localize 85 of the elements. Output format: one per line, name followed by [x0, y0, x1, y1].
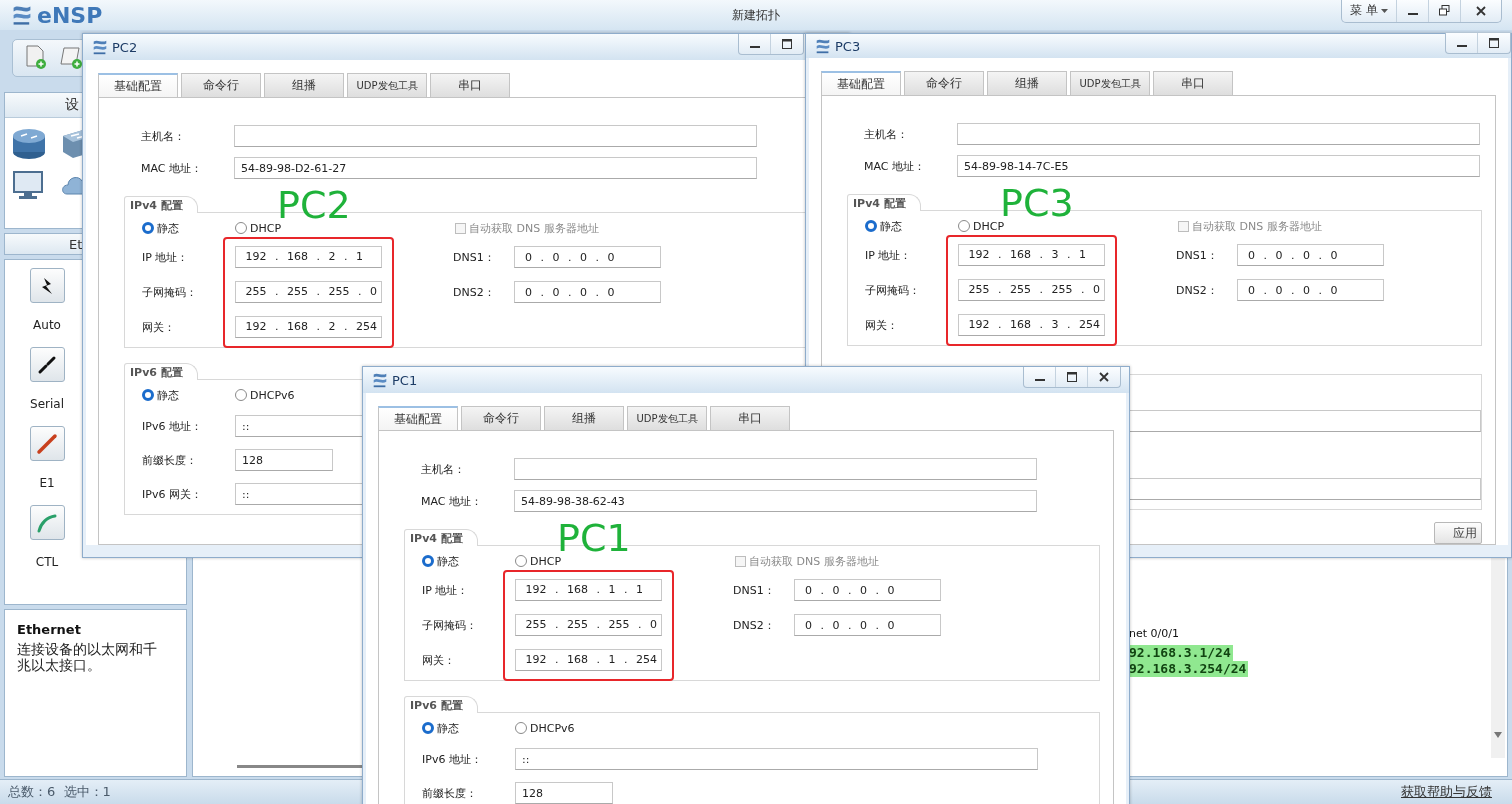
- ip-field[interactable]: 192 . 168 . 1 . 1: [514, 578, 662, 601]
- ip-field[interactable]: 192 . 168 . 3 . 254: [957, 313, 1105, 336]
- field-label: 网关：: [142, 319, 176, 335]
- ip-field[interactable]: 0 . 0 . 0 . 0: [1237, 279, 1384, 301]
- help-link[interactable]: 获取帮助与反馈: [1401, 783, 1492, 801]
- ip-field[interactable]: 192 . 168 . 3 . 1: [957, 243, 1105, 266]
- field-label: MAC 地址：: [864, 158, 926, 174]
- tab[interactable]: 串口: [1153, 71, 1233, 95]
- field-label: DNS2：: [733, 617, 776, 633]
- field-label: 前缀长度：: [422, 785, 478, 801]
- ip-field[interactable]: 0 . 0 . 0 . 0: [794, 579, 941, 601]
- tab[interactable]: 组播: [987, 71, 1067, 95]
- field-label: DNS2：: [1176, 282, 1219, 298]
- group-title: IPv4 配置: [404, 529, 478, 546]
- field-label: 子网掩码：: [865, 282, 921, 298]
- ip-field[interactable]: 0 . 0 . 0 . 0: [794, 614, 941, 636]
- tab[interactable]: 命令行: [461, 406, 541, 430]
- radio-option[interactable]: DHCPv6: [515, 721, 635, 735]
- field-label: 网关：: [865, 317, 899, 333]
- tab[interactable]: 基础配置: [378, 406, 458, 430]
- ip-field[interactable]: 0 . 0 . 0 . 0: [1237, 244, 1384, 266]
- cable-label: CTL: [35, 555, 59, 569]
- tab[interactable]: UDP发包工具: [347, 73, 427, 97]
- field-label: 子网掩码：: [142, 284, 198, 300]
- tab[interactable]: 串口: [710, 406, 790, 430]
- address-label: 92.168.3.254/24: [1129, 661, 1249, 677]
- radio-option[interactable]: 静态: [142, 387, 235, 403]
- field-label: IPv6 地址：: [142, 418, 203, 434]
- field-label: 主机名：: [864, 126, 909, 142]
- ip-field[interactable]: 255 . 255 . 255 . 0: [514, 613, 662, 636]
- field-label: DNS2：: [453, 284, 496, 300]
- field-label: DNS1：: [1176, 247, 1219, 263]
- port-label: net 0/0/1: [1129, 627, 1179, 640]
- radio-option[interactable]: 静态: [422, 553, 515, 569]
- tab[interactable]: 组播: [544, 406, 624, 430]
- window-title: PC2: [112, 39, 139, 55]
- info-title: Ethernet: [17, 622, 82, 637]
- tab[interactable]: 命令行: [904, 71, 984, 95]
- field-label: MAC 地址：: [141, 160, 203, 176]
- ip-field[interactable]: 192 . 168 . 1 . 254: [514, 648, 662, 671]
- radio-option[interactable]: 静态: [865, 218, 958, 234]
- field-label: IPv6 网关：: [142, 486, 203, 502]
- annotation-label: PC2: [277, 185, 351, 225]
- field-label: IP 地址：: [422, 582, 470, 598]
- field-label: 前缀长度：: [142, 452, 198, 468]
- input-field[interactable]: 54-89-98-14-7C-E5: [957, 155, 1480, 177]
- ip-field[interactable]: 255 . 255 . 255 . 0: [957, 278, 1105, 301]
- tab[interactable]: 基础配置: [821, 71, 901, 95]
- tab[interactable]: 串口: [430, 73, 510, 97]
- field-label: 网关：: [422, 652, 456, 668]
- status-text: 总数：6 选中：1: [8, 783, 111, 801]
- field-label: IPv6 地址：: [422, 751, 483, 767]
- input-field[interactable]: 128: [515, 782, 613, 804]
- window-title: 新建拓扑: [732, 6, 780, 24]
- field-label: 主机名：: [421, 461, 466, 477]
- radio-option[interactable]: DHCPv6: [235, 388, 355, 402]
- tab[interactable]: 基础配置: [98, 73, 178, 97]
- input-field[interactable]: 54-89-98-D2-61-27: [234, 157, 757, 179]
- field-label: 子网掩码：: [422, 617, 478, 633]
- group-title: IPv4 配置: [124, 196, 198, 213]
- input-field[interactable]: ::: [515, 748, 1038, 770]
- group-title: IPv6 配置: [404, 696, 478, 713]
- field-label: IP 地址：: [865, 247, 913, 263]
- tab[interactable]: 命令行: [181, 73, 261, 97]
- tab[interactable]: UDP发包工具: [627, 406, 707, 430]
- input-field[interactable]: 128: [235, 449, 333, 471]
- field-label: MAC 地址：: [421, 493, 483, 509]
- cable-label: Serial: [30, 397, 64, 411]
- group-title: IPv4 配置: [847, 194, 921, 211]
- app-logo: eNSP: [37, 2, 103, 28]
- field-label: DNS1：: [733, 582, 776, 598]
- radio-option[interactable]: 静态: [422, 720, 515, 736]
- group-title: IPv6 配置: [124, 363, 198, 380]
- tab[interactable]: 组播: [264, 73, 344, 97]
- field-label: 主机名：: [141, 128, 186, 144]
- cable-label: Auto: [33, 318, 61, 332]
- window-title: PC3: [835, 38, 862, 54]
- info-text: 连接设备的以太网和千兆以太接口。: [17, 641, 158, 673]
- cable-label: E1: [39, 476, 55, 490]
- tab[interactable]: UDP发包工具: [1070, 71, 1150, 95]
- address-label: 92.168.3.1/24: [1129, 645, 1233, 661]
- input-field[interactable]: 54-89-98-38-62-43: [514, 490, 1037, 512]
- window-title: PC1: [392, 372, 419, 388]
- apply-button[interactable]: 应用: [1434, 522, 1482, 544]
- field-label: DNS1：: [453, 249, 496, 265]
